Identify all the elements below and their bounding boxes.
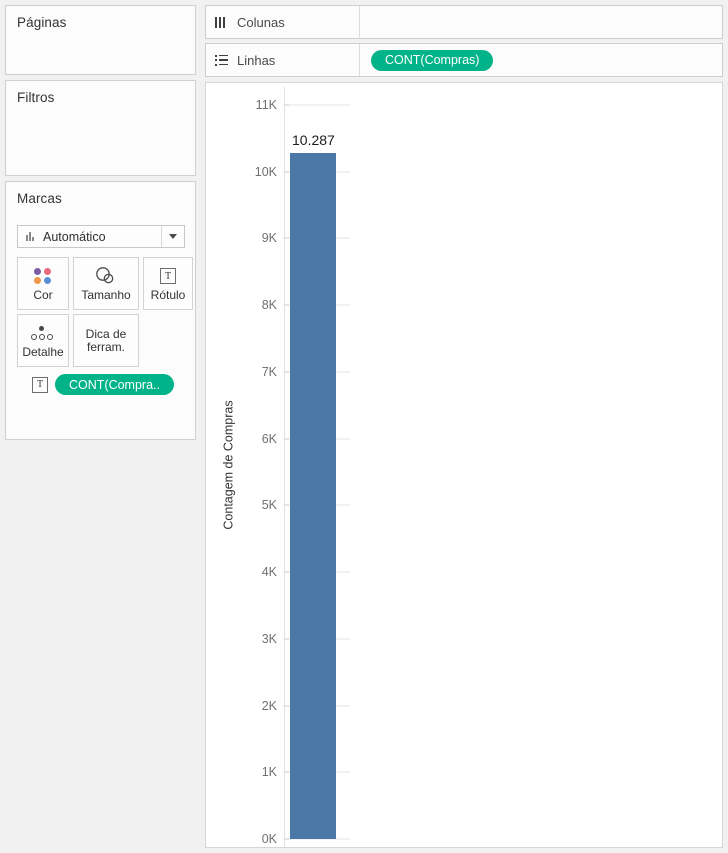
- y-axis-tick-label: 9K: [261, 231, 277, 246]
- rows-icon: [215, 54, 228, 66]
- filters-shelf-card[interactable]: Filtros: [5, 80, 196, 176]
- bar-mark[interactable]: [290, 152, 336, 839]
- marks-size-label: Tamanho: [81, 288, 131, 302]
- y-axis-title-text: Contagem de Compras: [222, 400, 237, 530]
- columns-icon: [215, 16, 228, 28]
- marks-tooltip-label: Dica de ferram.: [85, 326, 127, 354]
- columns-shelf-dropzone[interactable]: [360, 6, 722, 38]
- rows-shelf-pill[interactable]: CONT(Compras): [371, 49, 494, 71]
- marks-card-title: Marcas: [17, 191, 62, 206]
- pages-shelf-card[interactable]: Páginas: [5, 5, 196, 75]
- marks-card-pill[interactable]: CONT(Compra..: [55, 374, 174, 395]
- marks-label-label: Rótulo: [150, 288, 186, 302]
- y-axis-tick-label: 7K: [261, 364, 277, 379]
- y-axis-tick-label: 0K: [261, 832, 277, 846]
- plot-area: 0K 1K 2K 3K 4K 5K 6K 7K 8K 9K 10K 11K 10.287: [255, 83, 722, 847]
- columns-shelf[interactable]: Colunas: [205, 5, 723, 39]
- marks-detail-label: Detalhe: [22, 345, 64, 359]
- chart-pane[interactable]: Contagem de Compras 0K 1K 2K 3K 4K 5K 6K 7K 8K 9K…: [205, 82, 723, 848]
- y-axis-tick-label: 6K: [261, 431, 277, 446]
- y-axis-tick-label: 8K: [261, 298, 277, 313]
- y-axis-tick-label: 5K: [261, 498, 277, 513]
- y-axis-tick-label: 3K: [261, 631, 277, 646]
- rows-shelf[interactable]: Linhas CONT(Compras): [205, 43, 723, 77]
- y-axis-tick-label: 4K: [261, 565, 277, 580]
- y-axis-tick-label: 1K: [261, 765, 277, 780]
- columns-shelf-header: Colunas: [206, 6, 360, 38]
- color-dots-icon: [34, 265, 52, 287]
- filters-shelf-title: Filtros: [17, 90, 55, 105]
- bar-value-label: 10.287: [292, 131, 335, 148]
- size-circles-icon: [94, 265, 118, 287]
- mark-type-dropdown[interactable]: Automático: [17, 225, 185, 248]
- marks-label-button[interactable]: T Rótulo: [143, 257, 193, 310]
- y-axis-line: [284, 87, 285, 847]
- marks-detail-button[interactable]: Detalhe: [17, 314, 69, 367]
- rows-shelf-dropzone[interactable]: CONT(Compras): [360, 44, 722, 76]
- marks-card[interactable]: Marcas Automático Cor Tamanho T Rótulo D…: [5, 181, 196, 440]
- y-axis-tick-label: 10K: [254, 164, 277, 179]
- y-axis-title: Contagem de Compras: [220, 83, 238, 847]
- marks-size-button[interactable]: Tamanho: [73, 257, 139, 310]
- marks-color-button[interactable]: Cor: [17, 257, 69, 310]
- bar-chart-icon: [26, 232, 34, 241]
- marks-color-label: Cor: [33, 288, 53, 302]
- y-axis-tick-label: 11K: [255, 98, 277, 112]
- marks-tooltip-button[interactable]: Dica de ferram.: [73, 314, 139, 367]
- chevron-down-icon[interactable]: [161, 226, 184, 247]
- mark-type-value: Automático: [43, 229, 106, 244]
- detail-dots-icon: [30, 322, 56, 344]
- label-text-icon: T: [160, 265, 176, 287]
- pages-shelf-title: Páginas: [17, 15, 67, 30]
- label-text-icon: T: [32, 376, 48, 393]
- gridline: [289, 104, 350, 106]
- marks-card-pill-row[interactable]: T CONT(Compra..: [32, 374, 174, 395]
- rows-shelf-header: Linhas: [206, 44, 360, 76]
- columns-shelf-label: Colunas: [237, 14, 285, 30]
- rows-shelf-label: Linhas: [237, 52, 276, 68]
- shelves-panel: Páginas Filtros Marcas Automático Cor Ta…: [0, 0, 201, 853]
- y-axis-tick-label: 2K: [261, 698, 277, 713]
